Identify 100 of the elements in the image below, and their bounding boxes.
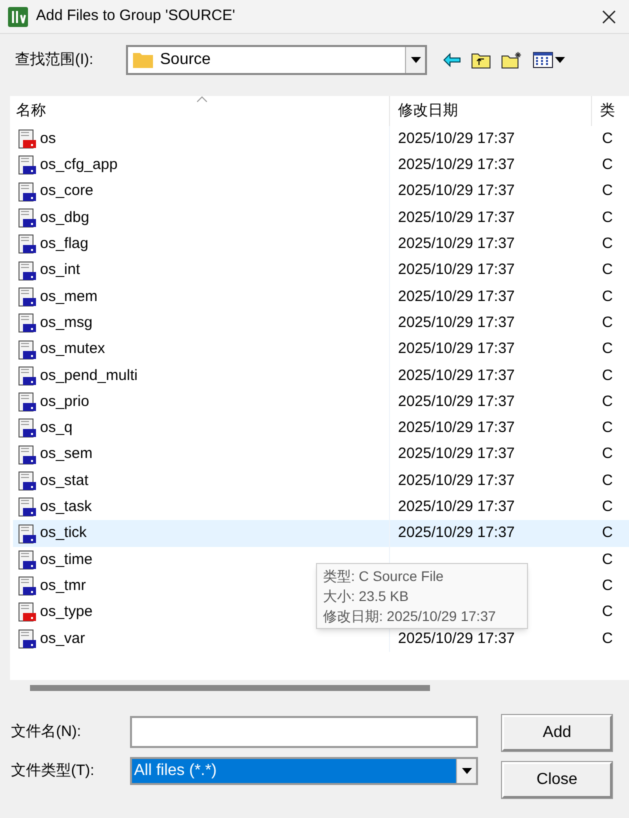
- new-folder-icon[interactable]: [501, 51, 523, 69]
- file-type: C: [601, 418, 613, 438]
- modified-date: 2025/10/29 17:37: [398, 419, 515, 436]
- modified-date: 2025/10/29 17:37: [398, 366, 515, 384]
- modified-date: 2025/10/29 17:37: [398, 156, 515, 174]
- file-row[interactable]: os_sem 2025/10/29 17:37 C: [13, 442, 629, 468]
- tooltip-line: 修改日期: 2025/10/29 17:37: [323, 607, 497, 626]
- file-name: os_task: [40, 497, 92, 518]
- column-header[interactable]: 修改日期: [390, 96, 592, 126]
- column-header[interactable]: 类: [592, 96, 629, 126]
- file-type: C: [601, 339, 613, 360]
- file-icon: [18, 628, 36, 649]
- file-row[interactable]: os_pend_multi 2025/10/29 17:37 C: [13, 362, 629, 389]
- file-row[interactable]: os 2025/10/29 17:37 C: [13, 126, 629, 152]
- caret-icon: [555, 57, 565, 63]
- file-name: os_q: [40, 418, 73, 438]
- file-icon: [18, 182, 36, 202]
- file-row[interactable]: os_dbg 2025/10/29 17:37 C: [13, 204, 629, 232]
- file-row[interactable]: os_prio 2025/10/29 17:37 C: [13, 388, 629, 416]
- modified-date: 2025/10/29 17:37: [398, 392, 515, 410]
- file-type: C: [601, 260, 613, 280]
- file-name: os_stat: [40, 470, 88, 491]
- file-name: os_tmr: [40, 576, 86, 596]
- modified-date: 2025/10/29 17:37: [398, 235, 515, 252]
- file-icon: [18, 155, 36, 176]
- file-row[interactable]: os_msg 2025/10/29 17:37 C: [13, 310, 629, 336]
- file-type: C: [601, 602, 613, 622]
- file-name: os_type: [40, 602, 93, 622]
- tooltip-line: 大小: 23.5 KB: [323, 587, 410, 606]
- file-icon: [18, 471, 36, 491]
- folder-icon: [132, 51, 154, 69]
- file-type: C: [601, 550, 613, 570]
- file-row[interactable]: os_cfg_app 2025/10/29 17:37 C: [13, 152, 629, 179]
- file-type-dropdown[interactable]: All files (*.*): [130, 757, 478, 785]
- file-name: os_flag: [40, 234, 88, 254]
- file-icon: [18, 208, 36, 228]
- back-arrow-icon[interactable]: [443, 53, 461, 67]
- file-name: os_int: [40, 260, 80, 280]
- modified-date: 2025/10/29 17:37: [398, 472, 515, 489]
- file-icon: [18, 418, 36, 438]
- file-type: C: [601, 208, 613, 228]
- file-icon: [18, 444, 36, 465]
- file-row[interactable]: os_int 2025/10/29 17:37 C: [13, 257, 629, 284]
- file-name: os_sem: [40, 444, 93, 464]
- file-name: os_time: [40, 550, 93, 570]
- file-row[interactable]: os_mem 2025/10/29 17:37 C: [13, 284, 629, 310]
- up-folder-icon[interactable]: [471, 51, 491, 69]
- modified-date: 2025/10/29 17:37: [398, 630, 515, 647]
- sort-icon: [197, 96, 207, 102]
- file-row[interactable]: os_stat 2025/10/29 17:37 C: [13, 468, 629, 494]
- file-type: C: [601, 523, 613, 544]
- file-type-value: All files (*.*): [132, 759, 456, 783]
- file-icon: [18, 234, 36, 254]
- file-row[interactable]: os_flag 2025/10/29 17:37 C: [13, 231, 629, 258]
- modified-date: 2025/10/29 17:37: [398, 261, 515, 278]
- modified-date: 2025/10/29 17:37: [398, 208, 515, 226]
- file-icon: [18, 260, 36, 281]
- modified-date: 2025/10/29 17:37: [398, 340, 515, 358]
- file-row[interactable]: os_q 2025/10/29 17:37 C: [13, 415, 629, 442]
- file-icon: [18, 497, 36, 518]
- file-icon: [18, 340, 36, 360]
- file-type-label: 文件类型(T):: [11, 760, 96, 781]
- column-header[interactable]: 名称: [10, 96, 390, 126]
- file-row[interactable]: os_mutex 2025/10/29 17:37 C: [13, 336, 629, 363]
- file-row[interactable]: os_core 2025/10/29 17:37 C: [13, 178, 629, 205]
- file-icon: [18, 392, 36, 412]
- app-icon: [8, 6, 28, 26]
- file-icon: [18, 550, 36, 570]
- file-icon: [18, 129, 36, 150]
- modified-date: 2025/10/29 17:37: [398, 498, 515, 516]
- file-name: os_mutex: [40, 339, 106, 360]
- file-type: C: [601, 628, 613, 649]
- file-name: os_tick: [40, 523, 87, 544]
- file-name: os_pend_multi: [40, 366, 138, 386]
- look-in-label: 查找范围(I):: [15, 50, 94, 70]
- file-name: os: [40, 128, 56, 149]
- file-name: os_var: [40, 628, 86, 649]
- file-icon: [18, 524, 36, 544]
- dialog-button[interactable]: Close: [502, 762, 612, 798]
- modified-date: 2025/10/29 17:37: [398, 314, 515, 331]
- file-type: C: [601, 181, 613, 202]
- file-name-field[interactable]: [130, 716, 478, 748]
- look-in-dropdown[interactable]: Source: [126, 45, 427, 75]
- file-icon: [18, 366, 36, 386]
- dialog-button[interactable]: Add: [502, 715, 612, 751]
- file-row[interactable]: os_tick 2025/10/29 17:37 C: [13, 520, 629, 547]
- look-in-value: Source: [160, 50, 212, 70]
- file-type: C: [601, 312, 613, 333]
- file-type: C: [601, 392, 613, 412]
- file-name-label: 文件名(N):: [11, 722, 82, 742]
- modified-date: 2025/10/29 17:37: [398, 130, 515, 147]
- file-type: C: [601, 366, 613, 386]
- file-type: C: [601, 576, 613, 596]
- scrollbar[interactable]: [30, 685, 430, 691]
- file-type: C: [601, 444, 613, 464]
- file-name: os_dbg: [40, 208, 90, 228]
- file-type: C: [601, 470, 613, 491]
- file-icon: [18, 576, 36, 596]
- caret-icon: [410, 57, 420, 63]
- view-menu-icon[interactable]: [533, 52, 565, 68]
